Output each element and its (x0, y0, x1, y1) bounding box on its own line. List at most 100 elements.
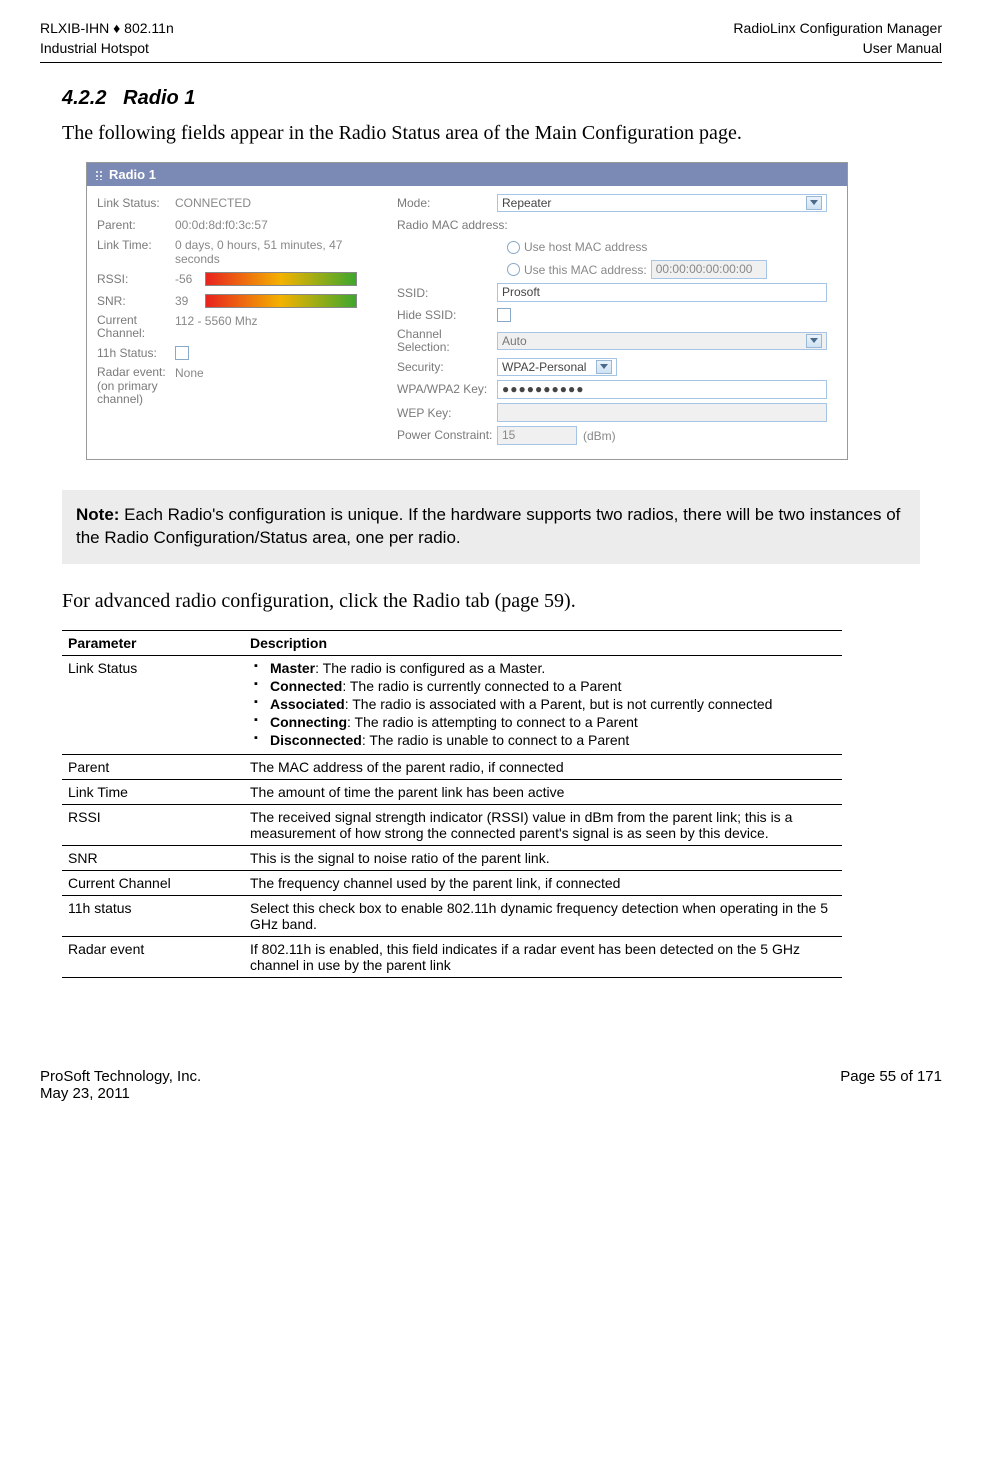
param-desc: Select this check box to enable 802.11h … (244, 896, 842, 937)
th-parameter: Parameter (62, 631, 244, 656)
footer-left: ProSoft Technology, Inc. May 23, 2011 (40, 1068, 201, 1102)
snr-label: SNR: (97, 294, 175, 308)
security-value: WPA2-Personal (502, 360, 586, 374)
chevron-down-icon (806, 196, 822, 210)
section-intro: The following fields appear in the Radio… (62, 120, 920, 146)
mac-option1-radio[interactable] (507, 241, 520, 254)
panel-body: Link Status: CONNECTED Parent: 00:0d:8d:… (87, 186, 847, 459)
list-item: Connecting: The radio is attempting to c… (250, 714, 836, 730)
param-name: Link Status (62, 656, 244, 755)
chevron-down-icon (596, 360, 612, 374)
footer-left-2: May 23, 2011 (40, 1085, 130, 1102)
mode-value: Repeater (502, 196, 551, 210)
parameter-table: Parameter Description Link Status Master:… (62, 630, 842, 978)
curchan-label: Current Channel: (97, 314, 175, 340)
section-heading: 4.2.2 Radio 1 (62, 87, 920, 110)
table-row: RSSIThe received signal strength indicat… (62, 805, 842, 846)
header-row2: Industrial Hotspot User Manual (40, 40, 942, 56)
param-name: Radar event (62, 937, 244, 978)
link-status-value: CONNECTED (175, 196, 251, 210)
table-row: Current ChannelThe frequency channel use… (62, 871, 842, 896)
param-desc: The amount of time the parent link has b… (244, 780, 842, 805)
mac-address-input[interactable]: 00:00:00:00:00:00 (651, 260, 767, 279)
link-status-label: Link Status: (97, 196, 175, 210)
wpa-key-label: WPA/WPA2 Key: (397, 383, 497, 396)
body-content: 4.2.2 Radio 1 The following fields appea… (40, 87, 942, 978)
param-name: 11h status (62, 896, 244, 937)
snr-value: 39 (175, 294, 205, 308)
hide-ssid-label: Hide SSID: (397, 308, 497, 322)
note-prefix: Note: (76, 505, 119, 524)
mac-option2-label: Use this MAC address: (524, 263, 647, 277)
chevron-down-icon (806, 334, 822, 348)
rssi-label: RSSI: (97, 272, 175, 286)
panel-right-column: Mode: Repeater Radio MAC address: Use ho… (397, 194, 837, 449)
table-row: Link Status Master: The radio is configur… (62, 656, 842, 755)
hide-ssid-checkbox[interactable] (497, 308, 511, 322)
table-row: 11h statusSelect this check box to enabl… (62, 896, 842, 937)
power-input[interactable]: 15 (497, 426, 577, 445)
grip-icon (95, 170, 103, 180)
eleven-h-checkbox[interactable] (175, 346, 189, 360)
note-box: Note: Each Radio's configuration is uniq… (62, 490, 920, 564)
param-desc: The MAC address of the parent radio, if … (244, 755, 842, 780)
parent-label: Parent: (97, 218, 175, 232)
curchan-value: 112 - 5560 Mhz (175, 314, 258, 328)
radar-label: Radar event: (on primary channel) (97, 366, 175, 406)
header-row1: RLXIB-IHN ♦ 802.11n RadioLinx Configurat… (40, 20, 942, 36)
footer-right: Page 55 of 171 (840, 1068, 942, 1102)
advanced-text: For advanced radio configuration, click … (62, 588, 920, 614)
param-desc: This is the signal to noise ratio of the… (244, 846, 842, 871)
panel-left-column: Link Status: CONNECTED Parent: 00:0d:8d:… (97, 194, 397, 449)
chan-sel-select[interactable]: Auto (497, 332, 827, 350)
param-name: Current Channel (62, 871, 244, 896)
table-row: Radar eventIf 802.11h is enabled, this f… (62, 937, 842, 978)
footer-left-1: ProSoft Technology, Inc. (40, 1068, 201, 1085)
th-description: Description (244, 631, 842, 656)
header-right-1: RadioLinx Configuration Manager (733, 20, 942, 36)
table-row: ParentThe MAC address of the parent radi… (62, 755, 842, 780)
param-name: Parent (62, 755, 244, 780)
wpa-key-input[interactable]: ●●●●●●●●●● (497, 380, 827, 399)
eleven-h-label: 11h Status: (97, 346, 175, 360)
panel-title: Radio 1 (109, 167, 156, 182)
table-row: SNRThis is the signal to noise ratio of … (62, 846, 842, 871)
mode-label: Mode: (397, 196, 497, 210)
list-item: Associated: The radio is associated with… (250, 696, 836, 712)
param-name: SNR (62, 846, 244, 871)
link-time-value: 0 days, 0 hours, 51 minutes, 47 seconds (175, 238, 365, 266)
mode-select[interactable]: Repeater (497, 194, 827, 212)
ssid-label: SSID: (397, 286, 497, 300)
list-item: Master: The radio is configured as a Mas… (250, 660, 836, 676)
param-desc: The received signal strength indicator (… (244, 805, 842, 846)
section-number: 4.2.2 (62, 87, 106, 109)
param-desc: The frequency channel used by the parent… (244, 871, 842, 896)
page: RLXIB-IHN ♦ 802.11n RadioLinx Configurat… (0, 0, 982, 1122)
snr-bar (205, 294, 357, 308)
section-title: Radio 1 (123, 87, 195, 109)
top-divider (40, 62, 942, 63)
radio1-panel: Radio 1 Link Status: CONNECTED Parent: 0… (86, 162, 848, 460)
param-name: RSSI (62, 805, 244, 846)
mac-option2-radio[interactable] (507, 263, 520, 276)
header-right-2: User Manual (863, 40, 942, 56)
radar-value: None (175, 366, 204, 380)
param-name: Link Time (62, 780, 244, 805)
chan-sel-value: Auto (502, 334, 527, 348)
param-desc: If 802.11h is enabled, this field indica… (244, 937, 842, 978)
rssi-bar (205, 272, 357, 286)
ssid-input[interactable]: Prosoft (497, 283, 827, 302)
table-row: Link TimeThe amount of time the parent l… (62, 780, 842, 805)
mac-option1-label: Use host MAC address (524, 240, 647, 254)
wep-key-label: WEP Key: (397, 406, 497, 420)
rssi-value: -56 (175, 272, 205, 286)
security-select[interactable]: WPA2-Personal (497, 358, 617, 376)
footer: ProSoft Technology, Inc. May 23, 2011 Pa… (40, 1068, 942, 1102)
chan-sel-label: Channel Selection: (397, 328, 497, 354)
panel-header: Radio 1 (87, 163, 847, 186)
radio-mac-label: Radio MAC address: (397, 218, 508, 232)
param-desc: Master: The radio is configured as a Mas… (244, 656, 842, 755)
power-label: Power Constraint: (397, 429, 497, 442)
header-left-1: RLXIB-IHN ♦ 802.11n (40, 20, 174, 36)
wep-key-input[interactable] (497, 403, 827, 422)
